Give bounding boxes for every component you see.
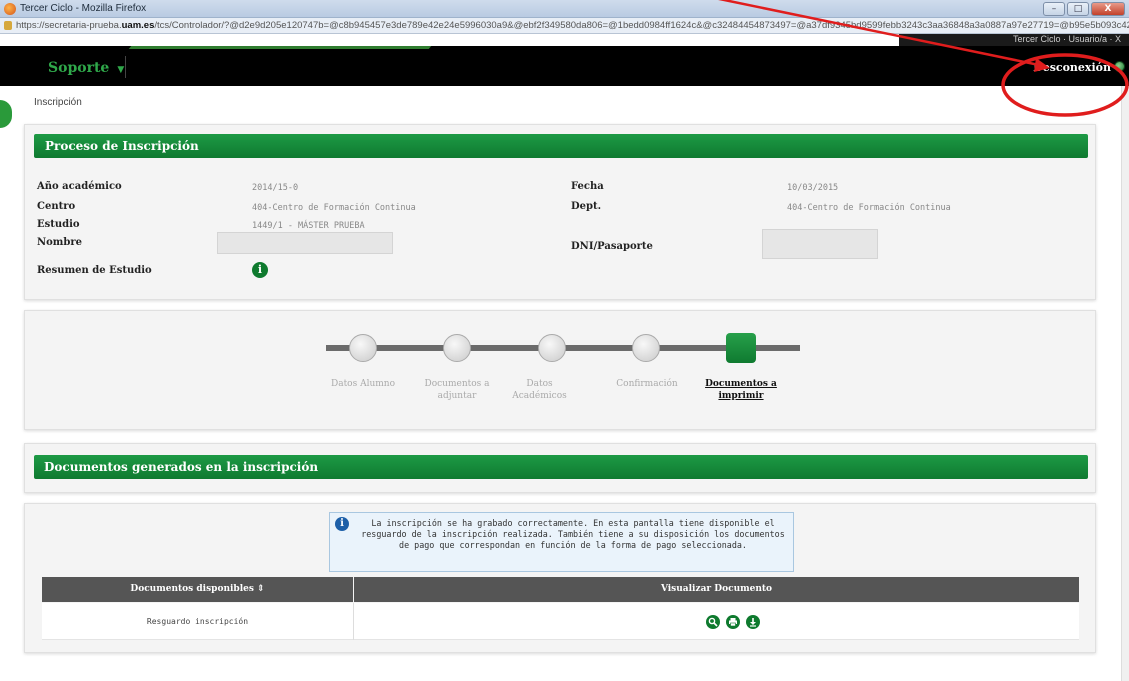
dept-label: Dept. [571,201,602,212]
decorative-stripe [128,46,432,49]
view-icon[interactable] [706,615,720,629]
process-panel-header: Proceso de Inscripción [34,134,1088,158]
soporte-menu[interactable]: Soporte ▼ [48,60,124,76]
centre-value: 404-Centro de Formación Continua [252,203,416,213]
academic-year-value: 2014/15-0 [252,183,299,193]
academic-year-label: Año académico [37,181,122,192]
top-navigation: Soporte ▼ Desconexión [0,46,1129,86]
step-label-documentos-imprimir[interactable]: Documentos a imprimir [701,378,781,402]
column-header-view-label: Visualizar Documento [660,584,773,594]
date-label: Fecha [571,181,604,192]
maximize-button[interactable]: □ [1067,2,1089,16]
study-label: Estudio [37,219,80,230]
nav-divider [125,56,126,78]
table-column-divider [353,603,354,640]
date-value: 10/03/2015 [787,183,839,193]
url-text[interactable]: https://secretaria-prueba.uam.es/tcs/Con… [16,20,1129,31]
user-strip-text: Tercer Ciclo · Usuario/a · X [1012,34,1121,44]
chevron-down-icon: ▼ [117,65,125,75]
dni-label: DNI/Pasaporte [571,241,653,252]
study-summary-label: Resumen de Estudio [37,265,152,276]
dept-value: 404-Centro de Formación Continua [787,203,951,213]
step-documentos-adjuntar[interactable] [443,334,471,362]
study-value: 1449/1 - MÁSTER PRUEBA [252,221,365,231]
info-icon[interactable]: i [252,262,268,278]
soporte-label: Soporte [48,60,110,76]
steps-panel [24,310,1096,430]
lock-icon [4,21,12,30]
close-button[interactable]: X [1091,2,1125,16]
step-label-confirmacion: Confirmación [616,379,678,389]
minimize-button[interactable]: – [1043,2,1065,16]
step-label-datos-academicos: Datos Académicos [512,379,567,401]
url-prefix: https://secretaria-prueba. [16,20,122,31]
document-name-cell: Resguardo inscripción [146,617,249,626]
scrollbar[interactable] [1121,86,1129,681]
print-icon[interactable] [726,615,740,629]
column-header-view: Visualizar Documento [354,577,1079,602]
documents-panel-header: Documentos generados en la inscripción [34,455,1088,479]
process-panel-title: Proceso de Inscripción [45,139,199,153]
step-label-documentos-adjuntar: Documentos a adjuntar [424,379,490,401]
success-message-text: La inscripción se ha grabado correctamen… [361,518,785,550]
download-icon[interactable] [746,615,760,629]
window-titlebar: Tercer Ciclo - Mozilla Firefox – □ X [0,0,1129,18]
breadcrumb: Inscripción [34,97,82,108]
info-circle-icon: i [335,517,349,531]
name-value-box [217,232,393,254]
step-datos-alumno[interactable] [349,334,377,362]
step-datos-academicos[interactable] [538,334,566,362]
firefox-icon [4,3,16,15]
step-confirmacion[interactable] [632,334,660,362]
address-bar[interactable]: https://secretaria-prueba.uam.es/tcs/Con… [0,18,1129,34]
success-message: i La inscripción se ha grabado correctam… [329,512,794,572]
dni-value-box [762,229,878,259]
name-label: Nombre [37,237,83,248]
documents-panel-title: Documentos generados en la inscripción [44,460,319,474]
url-domain: uam.es [121,20,155,31]
step-label-datos-alumno: Datos Alumno [330,379,396,389]
power-icon[interactable] [1114,61,1125,72]
column-header-documents[interactable]: Documentos disponibles ⇕ [42,577,353,602]
centre-label: Centro [37,201,76,212]
logout-link[interactable]: Desconexión [1033,61,1111,74]
user-strip: Tercer Ciclo · Usuario/a · X [899,34,1129,46]
column-header-documents-label: Documentos disponibles ⇕ [130,584,265,594]
side-collapse-tab[interactable] [0,100,12,128]
window-controls: – □ X [1043,2,1125,16]
window-title: Tercer Ciclo - Mozilla Firefox [20,3,147,14]
step-documentos-imprimir[interactable] [726,333,756,363]
url-rest: /tcs/Controlador/?@d2e9d205e120747b=@c8b… [154,20,1129,31]
